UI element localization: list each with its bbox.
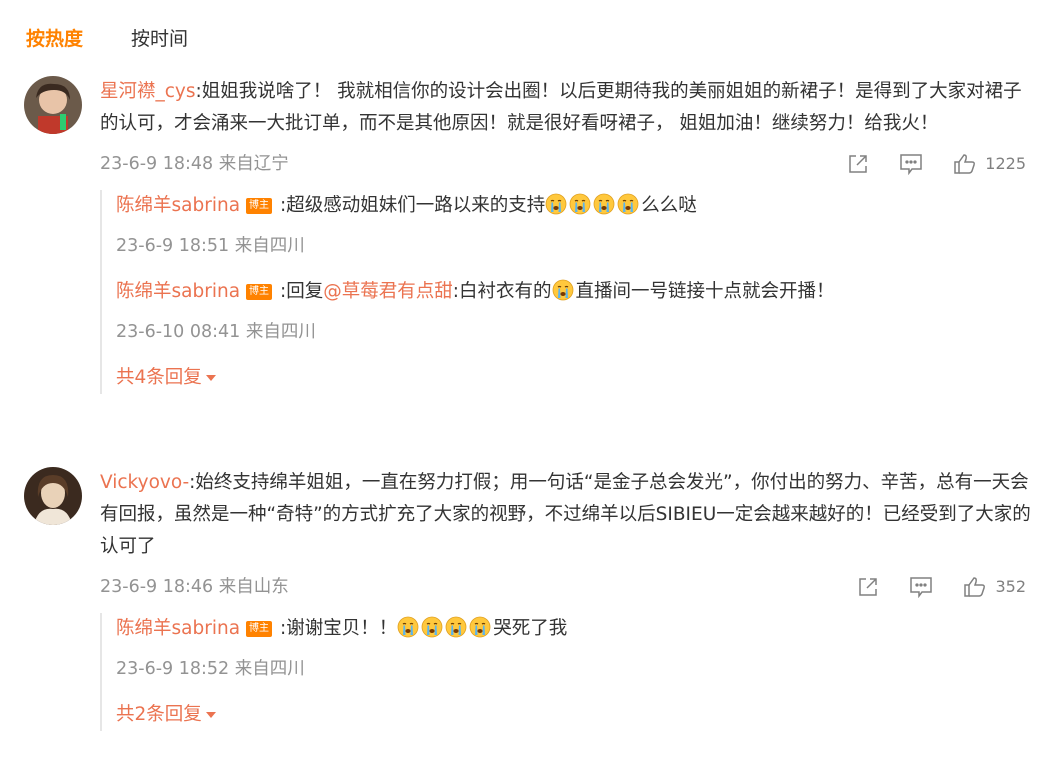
avatar[interactable]	[24, 76, 82, 134]
more-replies-label: 共2条回复	[116, 704, 202, 725]
reply-username[interactable]: 陈绵羊sabrina	[116, 281, 240, 302]
reply-list: 陈绵羊sabrina 博主 :谢谢宝贝！！ 哭死了我 23-6-9 18:52 来自四…	[100, 613, 1034, 731]
share-icon	[849, 155, 868, 173]
reply-item: 陈绵羊sabrina 博主 :超级感动姐妹们一路以来的支持 么么哒 23-6-9 18…	[116, 190, 1034, 262]
more-replies-link[interactable]: 共4条回复	[116, 362, 216, 394]
avatar[interactable]	[24, 467, 82, 525]
comment-button[interactable]	[899, 153, 923, 175]
reply-content-mid: :白衬衣有的	[452, 281, 552, 302]
thumbs-up-icon	[964, 577, 986, 597]
caret-down-icon	[205, 375, 216, 381]
share-button[interactable]	[847, 153, 869, 175]
reply-username[interactable]: 陈绵羊sabrina	[116, 618, 240, 639]
comment-text: 星河襟_cys:姐姐我说啥了！ 我就相信你的设计会出圈！以后更期待我的美丽姐姐的…	[100, 76, 1034, 140]
blogger-badge: 博主	[246, 198, 273, 214]
more-replies-link[interactable]: 共2条回复	[116, 699, 216, 731]
like-button[interactable]: 352	[963, 571, 1026, 603]
tab-sort-by-hot[interactable]: 按热度	[26, 24, 83, 51]
reply-content: :谢谢宝贝！！	[280, 618, 398, 639]
comment-icon	[900, 154, 923, 175]
reply-content-tail: 么么哒	[641, 195, 697, 216]
crying-face-icon	[569, 193, 591, 215]
comment-content: :始终支持绵羊姐姐，一直在努力打假；用一句话“是金子总会发光”，你付出的努力、辛…	[100, 472, 1031, 557]
comment-username[interactable]: 星河襟_cys	[100, 81, 196, 102]
reply-content: :超级感动姐妹们一路以来的支持	[280, 195, 546, 216]
reply-list: 陈绵羊sabrina 博主 :超级感动姐妹们一路以来的支持 么么哒 23-6-9 18…	[100, 190, 1034, 394]
thumbs-up-icon	[954, 154, 976, 174]
comment-icon	[910, 577, 933, 598]
reply-content-tail: 哭死了我	[493, 618, 568, 639]
reply-item: 陈绵羊sabrina 博主 :谢谢宝贝！！ 哭死了我 23-6-9 18:52 来自四…	[116, 613, 1034, 685]
reply-time-location: 23-6-9 18:52 来自四川	[116, 659, 305, 679]
tab-sort-by-time[interactable]: 按时间	[131, 24, 188, 51]
more-replies-label: 共4条回复	[116, 367, 202, 388]
crying-face-icon	[545, 193, 567, 215]
reply-content: :回复	[280, 281, 324, 302]
share-icon	[859, 578, 878, 596]
caret-down-icon	[205, 712, 216, 718]
crying-face-icon	[593, 193, 615, 215]
crying-face-icon	[469, 616, 491, 638]
reply-content-tail: 直播间一号链接十点就会开播！	[575, 281, 835, 302]
reply-username[interactable]: 陈绵羊sabrina	[116, 195, 240, 216]
crying-face-icon	[421, 616, 443, 638]
crying-emoji-group	[552, 279, 576, 302]
comment-content: :姐姐我说啥了！ 我就相信你的设计会出圈！以后更期待我的美丽姐姐的新裙子！是得到…	[100, 81, 1022, 134]
comment-username[interactable]: Vickyovo-	[100, 472, 189, 493]
comment-time-location: 23-6-9 18:46 来自山东	[100, 577, 289, 597]
comment-meta: 23-6-9 18:48 来自辽宁 1225	[100, 148, 1034, 180]
crying-face-icon	[445, 616, 467, 638]
reply-item: 陈绵羊sabrina 博主 :回复@草莓君有点甜:白衬衣有的 直播间一号链接十点就会开…	[116, 276, 1034, 348]
crying-emoji-group	[545, 193, 641, 216]
crying-face-icon	[397, 616, 419, 638]
crying-face-icon	[617, 193, 639, 215]
blogger-badge: 博主	[246, 621, 273, 637]
reply-time-location: 23-6-10 08:41 来自四川	[116, 322, 316, 342]
comment-actions: 352	[827, 571, 1026, 603]
share-button[interactable]	[857, 576, 879, 598]
comment-actions: 1225	[817, 148, 1026, 180]
comment-button[interactable]	[909, 576, 933, 598]
blogger-badge: 博主	[246, 284, 273, 300]
reply-time-location: 23-6-9 18:51 来自四川	[116, 236, 305, 256]
comment-text: Vickyovo-:始终支持绵羊姐姐，一直在努力打假；用一句话“是金子总会发光”…	[100, 467, 1034, 563]
like-count: 1225	[985, 154, 1026, 173]
like-count: 352	[995, 577, 1026, 596]
comment-meta: 23-6-9 18:46 来自山东 352	[100, 571, 1034, 603]
crying-emoji-group	[397, 616, 493, 639]
like-button[interactable]: 1225	[953, 148, 1026, 180]
mention-link[interactable]: @草莓君有点甜	[323, 281, 453, 302]
comment-time-location: 23-6-9 18:48 来自辽宁	[100, 154, 289, 174]
sort-tabs: 按热度 按时间	[26, 22, 236, 52]
crying-face-icon	[552, 279, 574, 301]
